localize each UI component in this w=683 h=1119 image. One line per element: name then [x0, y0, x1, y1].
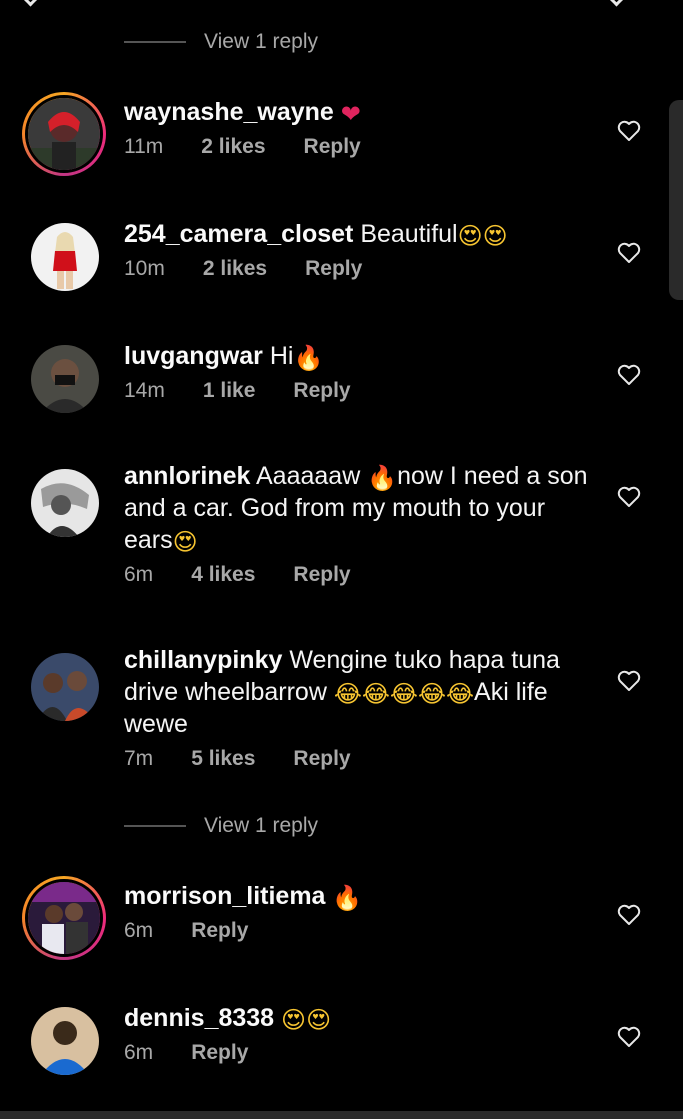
story-ring[interactable]	[22, 92, 106, 176]
comment-time: 6m	[124, 563, 154, 586]
comment-username[interactable]: 254_camera_closet	[124, 220, 353, 248]
reply-thread-line	[124, 41, 186, 43]
avatar[interactable]	[31, 1007, 99, 1075]
heart-outline-icon[interactable]	[617, 904, 641, 926]
heart-outline-icon[interactable]	[617, 364, 641, 386]
back-arrow-icon[interactable]	[18, 0, 43, 7]
avatar-wrap	[26, 218, 104, 296]
heart-eyes-emoji: 😍😍	[457, 223, 508, 250]
reply-button[interactable]: Reply	[305, 257, 362, 281]
comment-likes[interactable]: 5 likes	[191, 747, 255, 771]
avatar-wrap	[26, 340, 104, 418]
comment-username[interactable]: waynashe_wayne	[124, 98, 334, 126]
avatar[interactable]	[31, 469, 99, 537]
heart-emoji: ❤	[340, 101, 361, 128]
reply-button[interactable]: Reply	[191, 919, 248, 943]
heart-eyes-emoji: 😍	[172, 529, 198, 556]
comment-text-start: Aaaaaaw	[256, 462, 361, 490]
avatar-wrap	[26, 1002, 104, 1080]
tears-of-joy-emoji: 😂😂😂😂😂	[333, 681, 475, 708]
view-replies-label: View 1 reply	[204, 814, 319, 837]
reply-thread-line	[124, 825, 186, 827]
avatar[interactable]	[31, 223, 99, 291]
comment-time: 10m	[124, 257, 165, 280]
comment-username[interactable]: dennis_8338	[124, 1004, 274, 1032]
comment-likes[interactable]: 1 like	[203, 379, 256, 403]
comments-screen: View 1 reply waynashe_wayne ❤ 11m 2 like…	[0, 0, 683, 1119]
comment-time: 6m	[124, 919, 154, 942]
heart-outline-icon[interactable]	[617, 670, 641, 692]
avatar[interactable]	[31, 345, 99, 413]
view-replies-toggle[interactable]: View 1 reply	[124, 814, 318, 838]
avatar-wrap	[26, 464, 104, 542]
comment-time: 6m	[124, 1041, 154, 1064]
reply-button[interactable]: Reply	[293, 379, 350, 403]
avatar[interactable]	[25, 879, 103, 957]
comment-time: 11m	[124, 135, 164, 158]
comment-username[interactable]: morrison_litiema	[124, 882, 325, 910]
story-ring[interactable]	[22, 876, 106, 960]
fire-emoji: 🔥	[332, 885, 363, 912]
view-replies-label: View 1 reply	[204, 30, 319, 53]
reply-button[interactable]: Reply	[191, 1041, 248, 1065]
heart-outline-icon[interactable]	[617, 486, 641, 508]
reply-button[interactable]: Reply	[293, 747, 350, 771]
comment-text: Beautiful	[360, 220, 458, 248]
comment-likes[interactable]: 2 likes	[203, 257, 267, 281]
comment-likes[interactable]: 2 likes	[201, 135, 265, 159]
comment-username[interactable]: chillanypinky	[124, 646, 282, 674]
comment-time: 7m	[124, 747, 154, 770]
fire-emoji: 🔥	[367, 465, 398, 492]
heart-outline-icon[interactable]	[617, 242, 641, 264]
comment-username[interactable]: annlorinek	[124, 462, 250, 490]
reply-button[interactable]: Reply	[304, 135, 361, 159]
comment-likes[interactable]: 4 likes	[191, 563, 255, 587]
fire-emoji: 🔥	[293, 345, 324, 372]
heart-eyes-emoji: 😍😍	[281, 1007, 332, 1034]
scrollbar[interactable]	[669, 100, 683, 300]
chevron-down-icon[interactable]	[604, 0, 629, 7]
heart-outline-icon[interactable]	[617, 120, 641, 142]
avatar[interactable]	[31, 653, 99, 721]
comment-text: Hi	[269, 342, 294, 370]
bottom-bar	[0, 1111, 683, 1119]
reply-button[interactable]: Reply	[293, 563, 350, 587]
avatar[interactable]	[25, 95, 103, 173]
comment-username[interactable]: luvgangwar	[124, 342, 263, 370]
avatar-wrap	[26, 648, 104, 726]
comment-time: 14m	[124, 379, 165, 402]
heart-outline-icon[interactable]	[617, 1026, 641, 1048]
view-replies-toggle[interactable]: View 1 reply	[124, 30, 318, 54]
